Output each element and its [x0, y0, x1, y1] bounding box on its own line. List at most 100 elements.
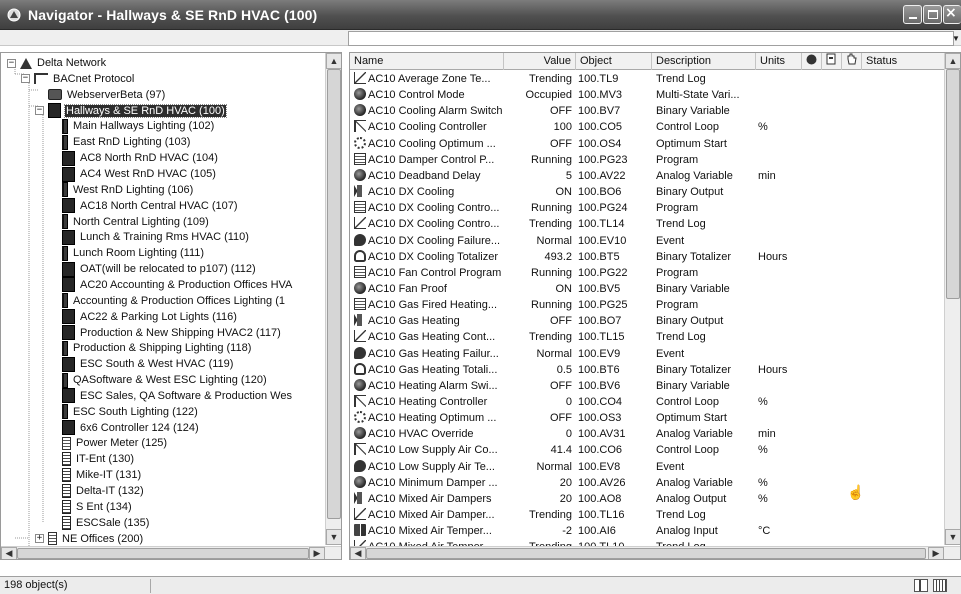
tree-item[interactable]: North Central Lighting (109)	[49, 214, 210, 230]
object-list-pane[interactable]: Name Value Object Description Units Stat…	[349, 52, 961, 560]
view-mode-icon[interactable]	[933, 579, 947, 592]
table-row[interactable]: AC10 HVAC Override 0 100.AV31 Analog Variab…	[350, 426, 950, 442]
tree-item[interactable]: AC4 West RnD HVAC (105)	[49, 166, 217, 182]
table-row[interactable]: AC10 Gas Fired Heating... Running 100.PG25…	[350, 297, 950, 313]
table-row[interactable]: AC10 Cooling Optimum ... OFF 100.OS4 Optimu…	[350, 136, 950, 152]
column-header-units[interactable]: Units	[756, 53, 802, 70]
column-header-description[interactable]: Description	[652, 53, 756, 70]
tree-item[interactable]: Production & New Shipping HVAC2 (117)	[49, 324, 282, 341]
table-row[interactable]: AC10 Gas Heating Failur... Normal 100.EV9 E…	[350, 346, 950, 362]
expand-icon[interactable]: +	[35, 534, 44, 544]
tree-item[interactable]: ESC South Lighting (122)	[49, 404, 199, 420]
collapse-icon[interactable]: −	[7, 58, 16, 68]
location-combobox[interactable]	[348, 31, 954, 46]
column-header-name[interactable]: Name	[350, 53, 504, 70]
tree-item[interactable]: AC22 & Parking Lot Lights (116)	[49, 309, 238, 325]
chevron-down-icon[interactable]: ▼	[952, 34, 960, 43]
tree-item[interactable]: AC18 North Central HVAC (107)	[49, 198, 239, 214]
scroll-left-arrow-icon[interactable]: ◀	[350, 547, 366, 559]
tree-item[interactable]: QASoftware & West ESC Lighting (120)	[49, 372, 268, 388]
tree-hscroll-thumb[interactable]	[17, 548, 309, 559]
collapse-icon[interactable]: −	[21, 74, 30, 84]
table-row[interactable]: AC10 Damper Control P... Running 100.PG23 P…	[350, 152, 950, 168]
table-row[interactable]: AC10 DX Cooling Contro... Trending 100.TL1…	[350, 216, 950, 232]
list-hscroll-thumb[interactable]	[366, 548, 926, 559]
object-cell: 100.BO6	[578, 186, 622, 199]
table-row[interactable]: AC10 Average Zone Te... Trending 100.TL9 Tr…	[350, 71, 950, 87]
tree-item[interactable]: S Ent (134)	[49, 499, 133, 515]
network-status-icon[interactable]	[914, 579, 928, 592]
tree-horizontal-scrollbar[interactable]: ◀ ▶	[1, 546, 341, 559]
table-row[interactable]: AC10 Control Mode Occupied 100.MV3 Multi-St…	[350, 87, 950, 103]
tree-item[interactable]: − BACnet Protocol	[21, 71, 135, 87]
tree-item[interactable]: West RnD Lighting (106)	[49, 182, 194, 198]
column-header-object[interactable]: Object	[576, 53, 652, 70]
collapse-icon[interactable]: −	[35, 106, 44, 116]
list-vertical-scrollbar[interactable]: ▲ ▼	[944, 53, 960, 545]
column-header-fault[interactable]	[822, 53, 842, 70]
tree-item[interactable]: Lunch & Training Rms HVAC (110)	[49, 229, 250, 245]
scroll-up-arrow-icon[interactable]: ▲	[945, 53, 960, 69]
table-row[interactable]: AC10 Deadband Delay 5 100.AV22 Analog Varia…	[350, 168, 950, 184]
column-header-override[interactable]	[842, 53, 862, 70]
table-row[interactable]: AC10 Low Supply Air Co... 41.4 100.CO6 Cont…	[350, 442, 950, 458]
tree-item[interactable]: Accounting & Production Offices Lighting…	[49, 293, 286, 309]
tree-item[interactable]: ESCSale (135)	[49, 515, 150, 531]
column-header-alarm[interactable]	[802, 53, 822, 70]
tree-item[interactable]: Lunch Room Lighting (111)	[49, 245, 205, 261]
scroll-down-arrow-icon[interactable]: ▼	[326, 529, 341, 545]
table-row[interactable]: AC10 Heating Alarm Swi... OFF 100.BV6 Binar…	[350, 378, 950, 394]
table-row[interactable]: AC10 DX Cooling ON 100.BO6 Binary Output	[350, 184, 950, 200]
tree-item[interactable]: Main Hallways Lighting (102)	[49, 118, 215, 134]
table-row[interactable]: AC10 Gas Heating Cont... Trending 100.TL15…	[350, 329, 950, 345]
table-row[interactable]: AC10 Fan Proof ON 100.BV5 Binary Variable	[350, 281, 950, 297]
table-row[interactable]: AC10 DX Cooling Contro... Running 100.PG24…	[350, 200, 950, 216]
table-row[interactable]: AC10 Heating Optimum ... OFF 100.OS3 Optimu…	[350, 410, 950, 426]
table-row[interactable]: AC10 Mixed Air Damper... Trending 100.TL16…	[350, 507, 950, 523]
tree-item[interactable]: + NE Offices (200)	[35, 531, 144, 547]
scroll-down-arrow-icon[interactable]: ▼	[945, 529, 960, 545]
tree-item[interactable]: AC8 North RnD HVAC (104)	[49, 150, 219, 166]
maximize-button[interactable]	[923, 5, 942, 24]
table-row[interactable]: AC10 Mixed Air Temper... -2 100.AI6 Analog …	[350, 523, 950, 539]
list-scroll-thumb[interactable]	[946, 69, 960, 299]
scroll-right-arrow-icon[interactable]: ▶	[309, 547, 325, 559]
name-cell: AC10 Heating Optimum ...	[354, 410, 504, 426]
tree-item[interactable]: 6x6 Controller 124 (124)	[49, 420, 200, 436]
scroll-up-arrow-icon[interactable]: ▲	[326, 53, 341, 69]
tree-item[interactable]: IT-Ent (130)	[49, 451, 135, 467]
table-row[interactable]: AC10 DX Cooling Totalizer 493.2 100.BT5 Bin…	[350, 249, 950, 265]
table-row[interactable]: AC10 Fan Control Program Running 100.PG22 P…	[350, 265, 950, 281]
minimize-button[interactable]	[903, 5, 922, 24]
scroll-right-arrow-icon[interactable]: ▶	[928, 547, 944, 559]
scroll-left-arrow-icon[interactable]: ◀	[1, 547, 17, 559]
tree-item-label: ESC South & West HVAC (119)	[80, 358, 234, 371]
table-row[interactable]: AC10 Gas Heating Totali... 0.5 100.BT6 Bina…	[350, 362, 950, 378]
tree-item[interactable]: − Hallways & SE RnD HVAC (100)	[35, 103, 227, 119]
table-row[interactable]: AC10 Gas Heating OFF 100.BO7 Binary Output	[350, 313, 950, 329]
table-row[interactable]: AC10 Cooling Alarm Switch OFF 100.BV7 Binar…	[350, 103, 950, 119]
tree-item[interactable]: Delta-IT (132)	[49, 483, 145, 499]
close-button[interactable]: ×	[943, 5, 961, 24]
tree-item[interactable]: OAT(will be relocated to p107) (112)	[49, 261, 257, 277]
tree-item[interactable]: WebserverBeta (97)	[35, 87, 166, 103]
binary-variable-icon	[354, 104, 366, 117]
list-horizontal-scrollbar[interactable]: ◀ ▶	[350, 546, 960, 559]
table-row[interactable]: AC10 Heating Controller 0 100.CO4 Control L…	[350, 394, 950, 410]
table-row[interactable]: AC10 Low Supply Air Te... Normal 100.EV8 Ev…	[350, 459, 950, 475]
tree-item[interactable]: ESC Sales, QA Software & Production Wes	[49, 388, 293, 404]
tree-scroll-thumb[interactable]	[327, 69, 341, 519]
column-header-status[interactable]: Status	[862, 53, 952, 70]
network-tree-pane[interactable]: − Delta Network − BACnet Protocol WebserverB…	[0, 52, 342, 560]
tree-item[interactable]: Production & Shipping Lighting (118)	[49, 340, 252, 356]
tree-item[interactable]: Power Meter (125)	[49, 435, 168, 451]
table-row[interactable]: AC10 Cooling Controller 100 100.CO5 Control…	[350, 119, 950, 135]
tree-vertical-scrollbar[interactable]: ▲ ▼	[325, 53, 341, 545]
tree-item[interactable]: − Delta Network	[7, 55, 107, 71]
tree-item[interactable]: ESC South & West HVAC (119)	[49, 356, 234, 372]
table-row[interactable]: AC10 DX Cooling Failure... Normal 100.EV10…	[350, 233, 950, 249]
tree-item[interactable]: Mike-IT (131)	[49, 467, 142, 483]
column-header-value[interactable]: Value	[504, 53, 576, 70]
tree-item[interactable]: AC20 Accounting & Production Offices HVA	[49, 277, 293, 293]
tree-item[interactable]: East RnD Lighting (103)	[49, 134, 191, 150]
